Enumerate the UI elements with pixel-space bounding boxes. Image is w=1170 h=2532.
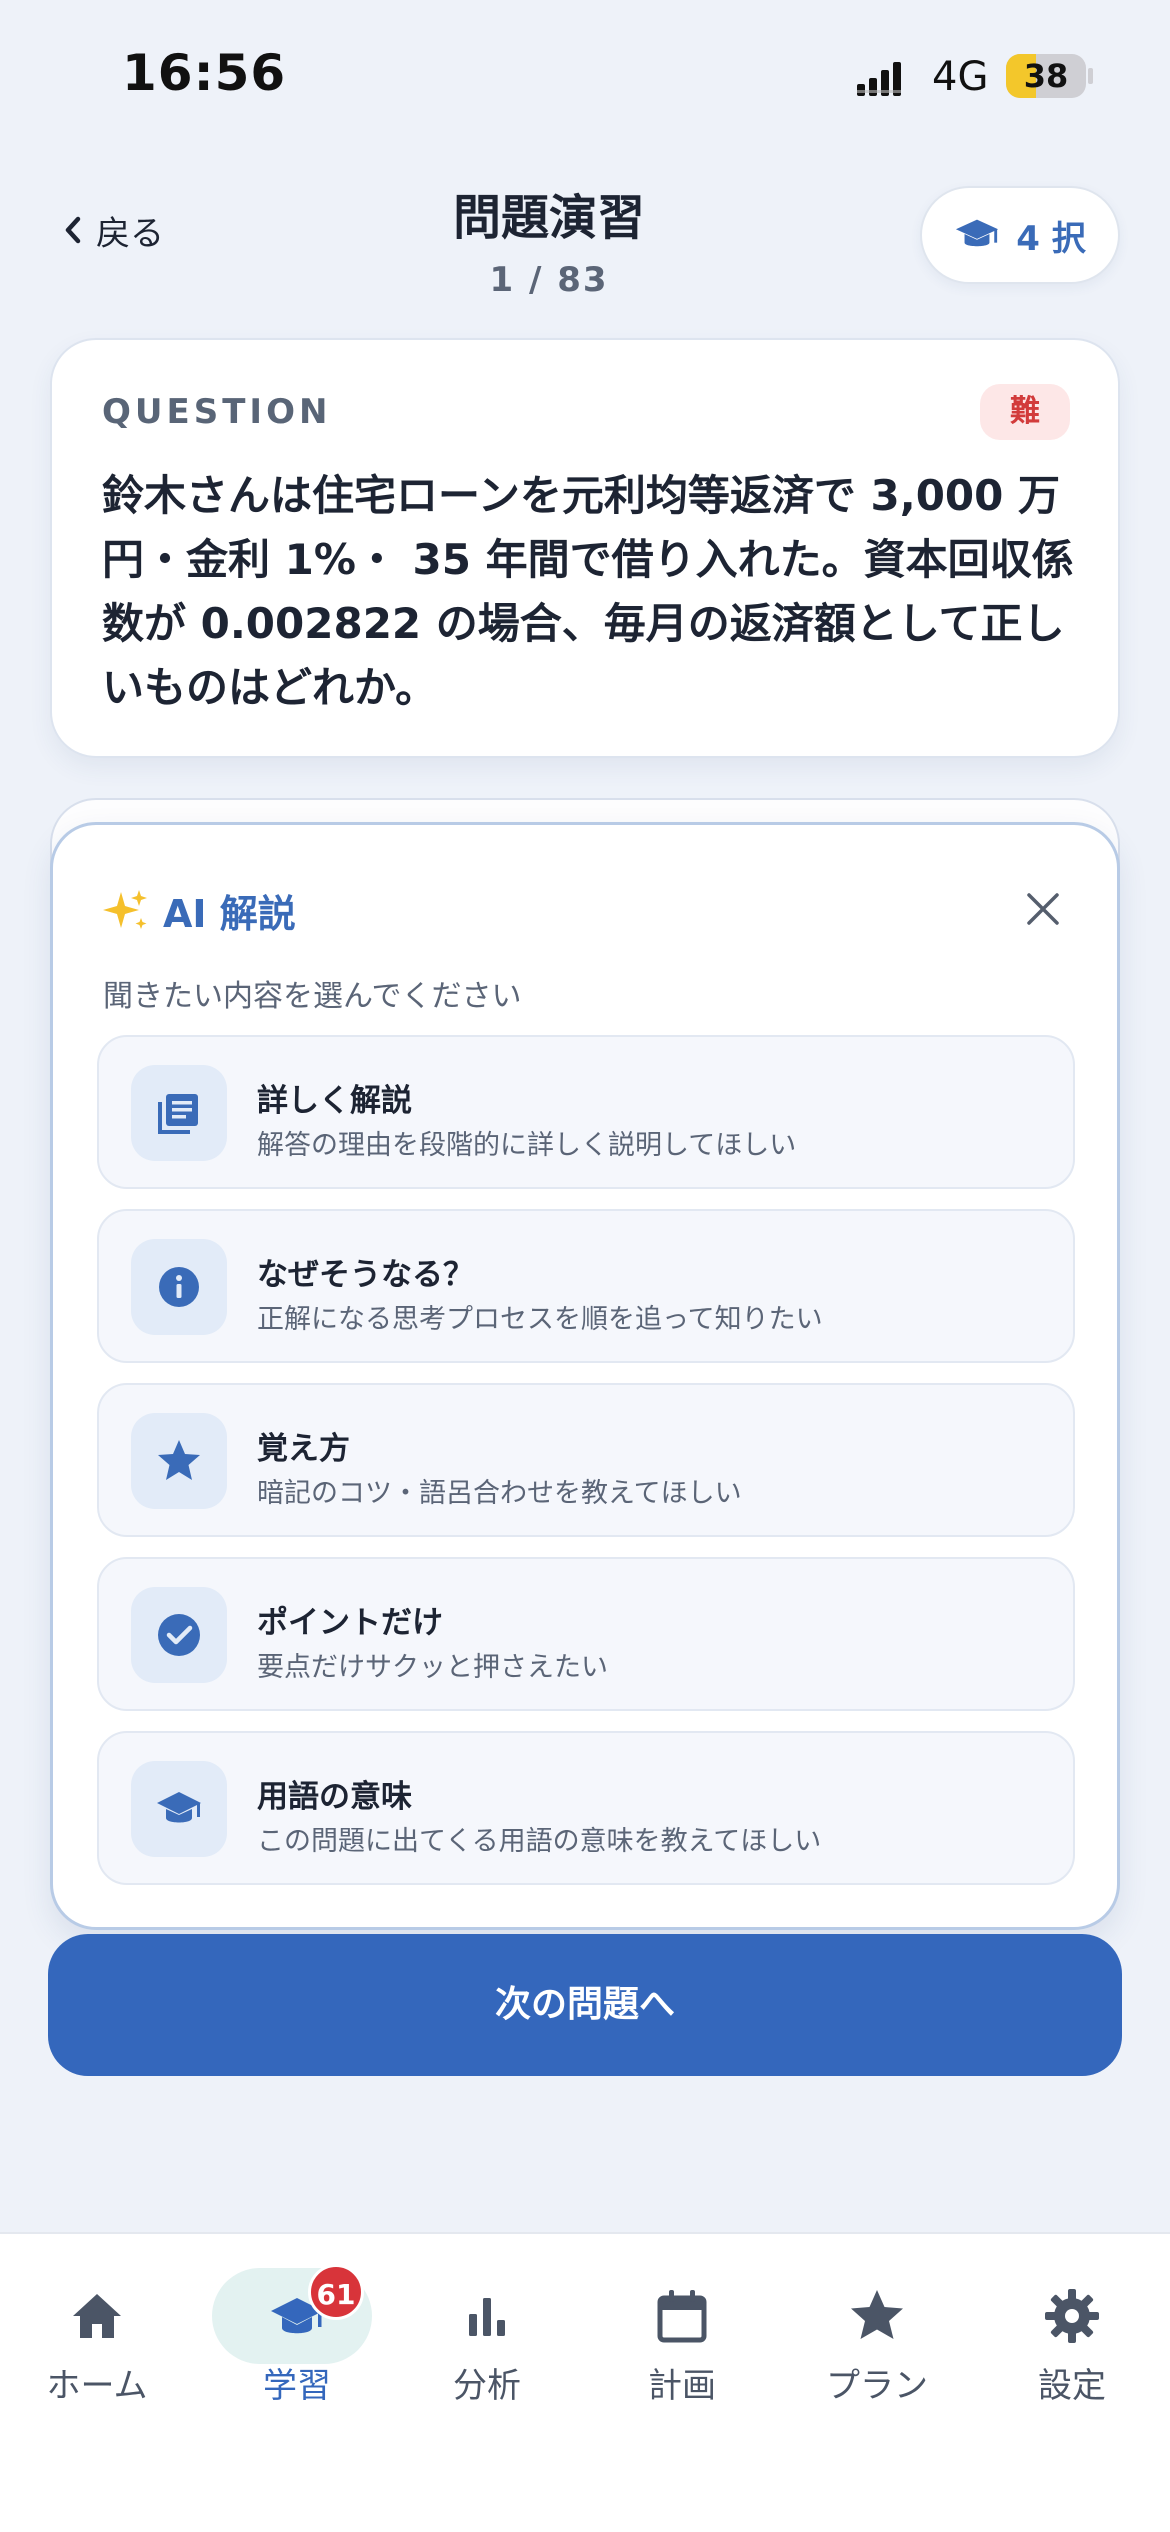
option-why[interactable]: なぜそうなる？ 正解になる思考プロセスを順を追って知りたい — [97, 1209, 1075, 1363]
tab-label: プラン — [826, 2366, 928, 2406]
bar-chart-icon — [469, 2298, 505, 2336]
tab-label: 計画 — [648, 2366, 716, 2406]
close-icon[interactable] — [1021, 887, 1065, 931]
next-question-button[interactable]: 次の問題へ — [48, 1934, 1122, 2076]
back-button[interactable]: 戻る — [60, 200, 164, 260]
screen: 16:56 4G 38 戻る 問題演習 1 / 83 4 択 QUESTION … — [0, 0, 1170, 2532]
question-progress: 1 / 83 — [489, 260, 609, 300]
option-icon-container — [131, 1587, 227, 1683]
star-icon — [158, 1440, 200, 1480]
option-title: 用語の意味 — [257, 1779, 412, 1815]
tab-settings[interactable]: 設定 — [987, 2264, 1157, 2424]
ai-explanation-panel: AI 解説 聞きたい内容を選んでください 詳しく解説 解答の理由を段階的に詳しく… — [50, 822, 1120, 1930]
graduation-cap-icon — [956, 219, 999, 247]
tab-label: ホーム — [46, 2366, 148, 2406]
battery-indicator: 38 — [1006, 54, 1086, 98]
ai-panel-prompt: 聞きたい内容を選んでください — [103, 979, 522, 1014]
ai-panel-header: AI 解説 — [101, 883, 296, 938]
option-title: ポイントだけ — [257, 1605, 443, 1641]
status-bar: 16:56 4G 38 — [0, 0, 1170, 150]
option-icon-container — [131, 1761, 227, 1857]
option-subtitle: 要点だけサクッと押さえたい — [257, 1652, 608, 1683]
question-card: QUESTION 難 鈴木さんは住宅ローンを元利均等返済で 3,000 万円・金… — [50, 338, 1120, 758]
option-icon-container — [131, 1065, 227, 1161]
option-title: 覚え方 — [257, 1431, 350, 1467]
option-icon-container — [131, 1239, 227, 1335]
tab-bar: ホーム 61 学習 分析 計画 プラン 設定 — [0, 2232, 1170, 2532]
tab-analysis[interactable]: 分析 — [402, 2264, 572, 2424]
tab-label: 分析 — [453, 2366, 521, 2406]
option-title: 詳しく解説 — [257, 1083, 412, 1119]
option-key-points[interactable]: ポイントだけ 要点だけサクッと押さえたい — [97, 1557, 1075, 1711]
choices-label: 4 択 — [1016, 218, 1086, 259]
question-label: QUESTION — [102, 392, 332, 432]
option-terms[interactable]: 用語の意味 この問題に出てくる用語の意味を教えてほしい — [97, 1731, 1075, 1885]
header-title-group: 問題演習 1 / 83 — [349, 178, 749, 300]
status-time: 16:56 — [122, 44, 287, 102]
check-circle-icon — [158, 1614, 200, 1656]
difficulty-badge: 難 — [980, 384, 1070, 440]
option-subtitle: 解答の理由を段階的に詳しく説明してほしい — [257, 1130, 797, 1161]
notification-badge: 61 — [308, 2264, 364, 2320]
document-list-icon — [158, 1094, 198, 1134]
back-label: 戻る — [96, 213, 164, 254]
question-text: 鈴木さんは住宅ローンを元利均等返済で 3,000 万円・金利 1%・ 35 年間… — [102, 471, 1074, 712]
tab-plan[interactable]: 計画 — [597, 2264, 767, 2424]
calendar-icon — [657, 2290, 707, 2343]
option-subtitle: 正解になる思考プロセスを順を追って知りたい — [257, 1304, 823, 1335]
option-subtitle: 暗記のコツ・語呂合わせを教えてほしい — [257, 1478, 742, 1509]
battery-level: 38 — [1023, 57, 1069, 95]
choices-mode-button[interactable]: 4 択 — [920, 186, 1120, 284]
tab-home[interactable]: ホーム — [12, 2264, 182, 2424]
option-memorize[interactable]: 覚え方 暗記のコツ・語呂合わせを教えてほしい — [97, 1383, 1075, 1537]
option-icon-container — [131, 1413, 227, 1509]
graduation-cap-icon — [157, 1792, 201, 1823]
network-type: 4G — [932, 54, 989, 100]
tab-study[interactable]: 61 学習 — [212, 2264, 382, 2424]
option-subtitle: この問題に出てくる用語の意味を教えてほしい — [257, 1826, 822, 1857]
tab-subscription[interactable]: プラン — [792, 2264, 962, 2424]
star-icon — [851, 2290, 903, 2339]
chevron-left-icon — [65, 216, 81, 244]
option-detailed-explanation[interactable]: 詳しく解説 解答の理由を段階的に詳しく説明してほしい — [97, 1035, 1075, 1189]
page-title: 問題演習 — [452, 190, 645, 246]
signal-icon — [857, 62, 901, 96]
sparkle-icon — [103, 889, 147, 929]
info-icon — [159, 1267, 199, 1307]
option-title: なぜそうなる？ — [257, 1257, 474, 1293]
home-icon — [73, 2294, 121, 2338]
battery-cap — [1088, 68, 1093, 84]
gear-icon — [1045, 2289, 1099, 2343]
tab-label: 学習 — [263, 2366, 331, 2406]
tab-label: 設定 — [1038, 2366, 1106, 2406]
ai-panel-title: AI 解説 — [163, 892, 296, 936]
